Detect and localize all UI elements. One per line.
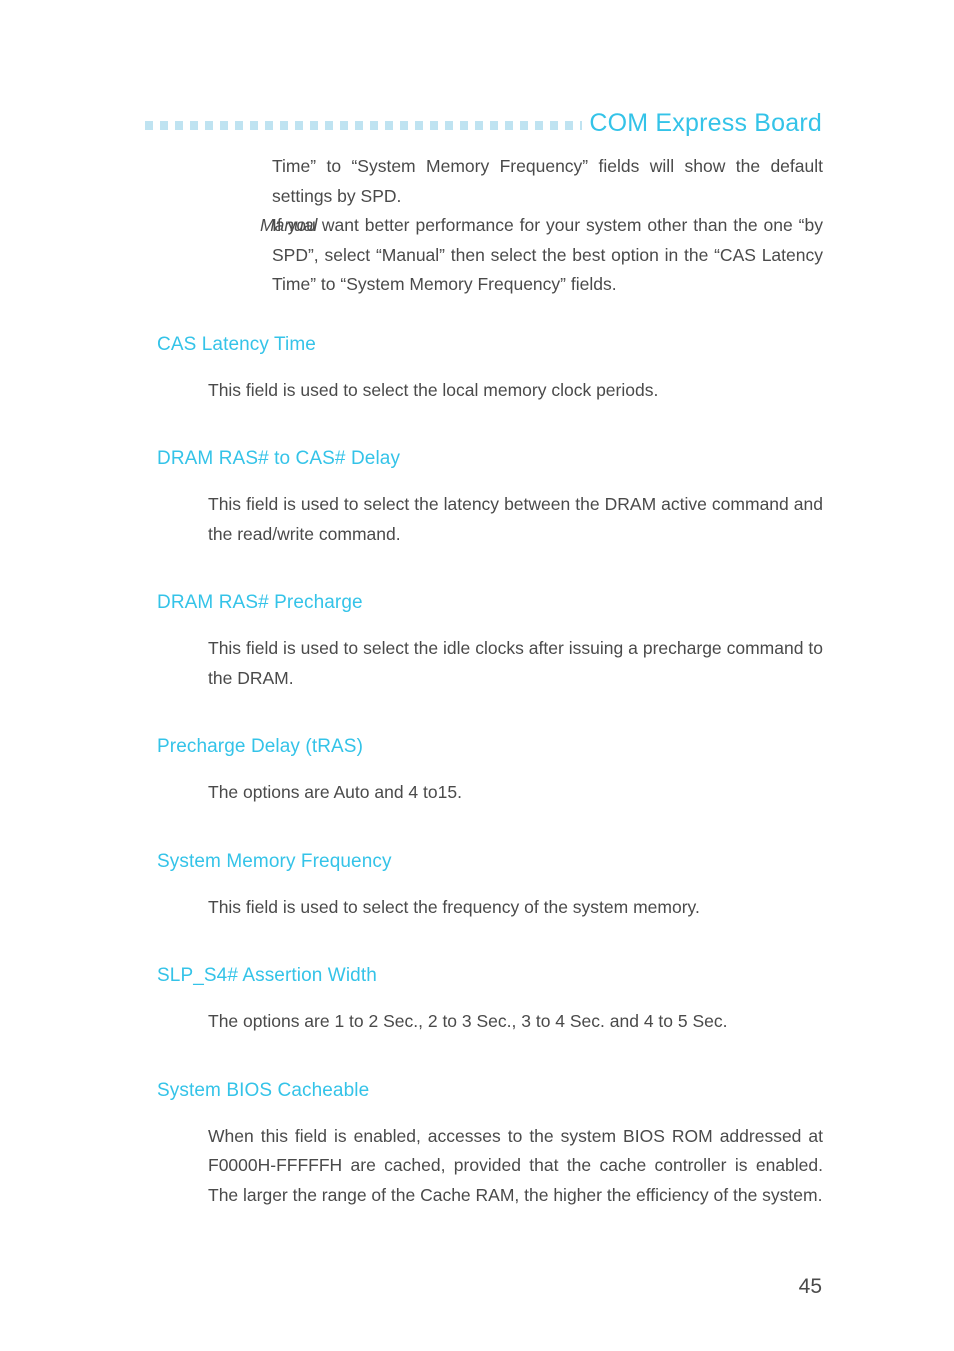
page-number: 45 (798, 1275, 822, 1298)
section-heading-dram-ras-to-cas-delay: DRAM RAS# to CAS# Delay (157, 448, 401, 469)
section-heading-precharge-delay-tras: Precharge Delay (tRAS) (157, 736, 363, 757)
section-heading-slp-s4-assertion-width: SLP_S4# Assertion Width (157, 965, 377, 986)
definition-row-manual: Manual If you want better performance fo… (157, 211, 823, 300)
spacer-after-intro (157, 300, 823, 333)
definition-term-manual: Manual (260, 215, 318, 235)
section-heading-system-memory-frequency: System Memory Frequency (157, 850, 392, 872)
page-content: Time” to “System Memory Frequency” field… (157, 152, 823, 1210)
definition-description-manual: If you want better performance for your … (272, 215, 823, 294)
header-dotted-rule (145, 121, 583, 130)
section-heading-system-bios-cacheable: System BIOS Cacheable (157, 1079, 370, 1101)
section-body-precharge-delay-tras: The options are Auto and 4 to15. (208, 782, 462, 802)
section-body-dram-ras-precharge: This field is used to select the idle cl… (208, 638, 823, 688)
intro-continuation-row: Time” to “System Memory Frequency” field… (157, 152, 823, 211)
document-page: COM Express Board Time” to “System Memor… (0, 0, 954, 1351)
intro-definition-block: Time” to “System Memory Frequency” field… (157, 152, 823, 300)
page-footer: 45 (0, 1275, 954, 1299)
section-heading-cas-latency-time: CAS Latency Time (157, 333, 316, 355)
section-heading-dram-ras-precharge: DRAM RAS# Precharge (157, 592, 363, 613)
section-body-dram-ras-to-cas-delay: This field is used to select the latency… (208, 494, 823, 544)
section-body-system-memory-frequency: This field is used to select the frequen… (208, 896, 700, 917)
section-body-system-bios-cacheable: When this field is enabled, accesses to … (208, 1125, 823, 1205)
section-body-slp-s4-assertion-width: The options are 1 to 2 Sec., 2 to 3 Sec.… (208, 1011, 728, 1031)
page-header-title: COM Express Board (589, 109, 822, 137)
intro-continuation-text: Time” to “System Memory Frequency” field… (272, 156, 823, 206)
section-body-cas-latency-time: This field is used to select the local m… (208, 379, 659, 400)
page-header: COM Express Board (0, 96, 954, 136)
